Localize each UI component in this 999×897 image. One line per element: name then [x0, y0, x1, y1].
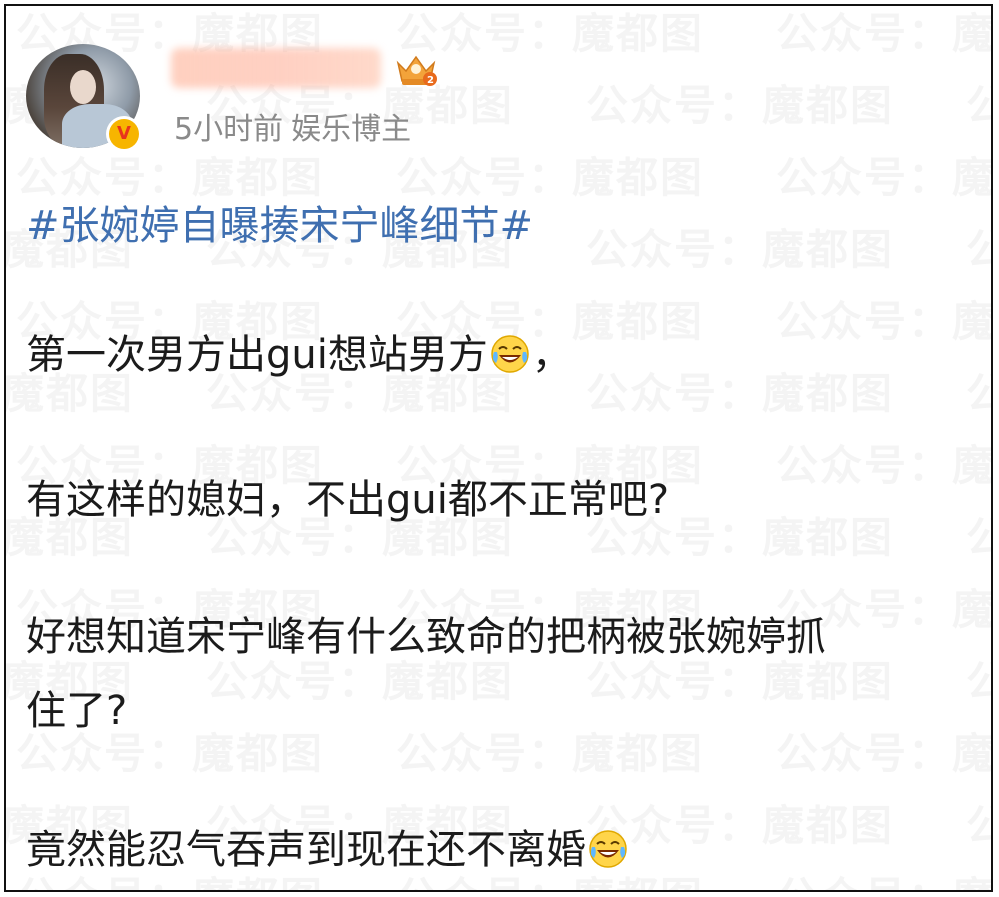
paragraph-text: 有这样的媳妇，不出gui都不正常吧?: [26, 477, 670, 523]
watermark-text: 公众号：魔都图: [586, 792, 894, 853]
watermark-text: 公众号：魔都图: [586, 360, 894, 421]
watermark-text: 公众号：魔都图: [396, 6, 704, 61]
paragraph-text: 住了?: [26, 688, 128, 734]
watermark-text: 公众号：魔都图: [776, 6, 991, 61]
author-type: 娱乐博主: [291, 112, 412, 147]
verified-badge-icon: V: [106, 116, 142, 152]
watermark-text: 公众号：魔都图: [586, 72, 894, 133]
post-paragraph-1: 第一次男方出gui想站男方 ，: [26, 328, 572, 382]
post-paragraph-2: 有这样的媳妇，不出gui都不正常吧?: [26, 473, 669, 527]
watermark-text: 公众号：魔都图: [586, 216, 894, 277]
crown-level-icon: 2: [396, 55, 437, 86]
paragraph-text: 第一次男方出gui想站男方: [26, 332, 488, 378]
paragraph-suffix: ，: [531, 332, 572, 378]
watermark-text: 公众号：魔都图: [966, 360, 991, 421]
verified-badge-letter: V: [117, 123, 131, 144]
username-blurred[interactable]: [171, 48, 381, 88]
watermark-text: 公众号：魔都图: [966, 216, 991, 277]
watermark-text: 公众号：魔都图: [396, 720, 704, 781]
watermark-text: 公众号：魔都图: [776, 432, 991, 493]
post-paragraph-4: 竟然能忍气吞声到现在还不离婚: [26, 823, 630, 877]
post-paragraph-3: 好想知道宋宁峰有什么致命的把柄被张婉婷抓: [26, 610, 826, 664]
watermark-text: 公众号：魔都图: [776, 144, 991, 205]
laugh-cry-emoji-icon: [491, 335, 529, 373]
watermark-text: 公众号：魔都图: [966, 72, 991, 133]
laugh-cry-emoji-icon: [589, 830, 627, 868]
post-paragraph-3-cont: 住了?: [26, 684, 127, 738]
watermark-text: 公众号：魔都图: [966, 504, 991, 565]
hashtag-link[interactable]: #张婉婷自曝揍宋宁峰细节#: [26, 193, 533, 251]
svg-text:2: 2: [427, 75, 434, 86]
post-timestamp: 5小时前: [174, 112, 284, 147]
watermark-text: 公众号：魔都图: [966, 792, 991, 853]
post-card: 公众号：魔都图公众号：魔都图公众号：魔都图公众号：魔都图公众号：魔都图公众号：魔…: [4, 4, 993, 892]
watermark-layer: 公众号：魔都图公众号：魔都图公众号：魔都图公众号：魔都图公众号：魔都图公众号：魔…: [6, 6, 991, 890]
watermark-text: 公众号：魔都图: [776, 864, 991, 890]
post-meta: 5小时前 娱乐博主: [174, 104, 411, 148]
watermark-text: 公众号：魔都图: [776, 720, 991, 781]
paragraph-text: 好想知道宋宁峰有什么致命的把柄被张婉婷抓: [26, 614, 826, 660]
watermark-text: 公众号：魔都图: [776, 288, 991, 349]
paragraph-text: 竟然能忍气吞声到现在还不离婚: [26, 827, 586, 873]
watermark-text: 公众号：魔都图: [966, 648, 991, 709]
